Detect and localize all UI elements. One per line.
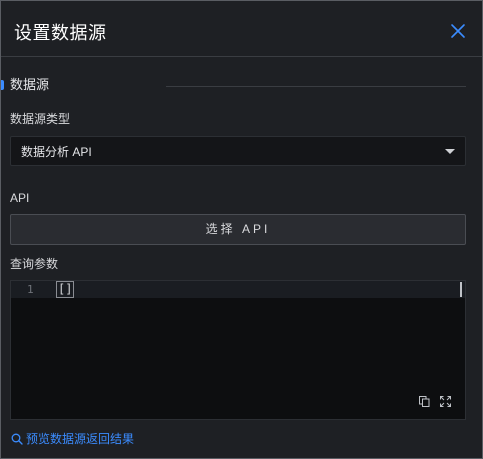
- copy-button[interactable]: [419, 396, 430, 407]
- query-params-editor[interactable]: 1 []: [10, 280, 466, 420]
- datasource-type-select[interactable]: 数据分析 API: [10, 136, 466, 166]
- section-data-source: 数据源: [1, 75, 482, 95]
- editor-active-line: [11, 281, 465, 298]
- copy-icon: [419, 396, 430, 407]
- panel-title: 设置数据源: [14, 23, 107, 43]
- fullscreen-icon: [440, 396, 451, 407]
- section-marker: [1, 80, 4, 90]
- search-icon: [11, 433, 23, 445]
- caret-down-icon: [445, 149, 455, 154]
- editor-scrollbar-marker: [460, 282, 462, 297]
- preview-result-link[interactable]: 预览数据源返回结果: [11, 431, 134, 447]
- datasource-type-value: 数据分析 API: [21, 145, 92, 159]
- close-button[interactable]: [450, 23, 466, 39]
- section-title: 数据源: [10, 77, 50, 92]
- panel-header: 设置数据源: [1, 1, 482, 57]
- query-params-label: 查询参数: [10, 257, 59, 271]
- section-divider: [166, 86, 466, 87]
- editor-code-line[interactable]: []: [55, 281, 75, 298]
- preview-result-label: 预览数据源返回结果: [26, 432, 135, 446]
- data-source-panel: 设置数据源 数据源 数据源类型 数据分析 API API 选择 API 查询参数…: [0, 0, 483, 459]
- select-api-button[interactable]: 选择 API: [10, 214, 466, 245]
- close-icon: [451, 24, 465, 38]
- datasource-type-label: 数据源类型: [10, 112, 71, 126]
- editor-tools: [419, 396, 451, 408]
- editor-line-number: 1: [27, 283, 34, 296]
- api-label: API: [10, 191, 30, 205]
- fullscreen-button[interactable]: [440, 396, 451, 407]
